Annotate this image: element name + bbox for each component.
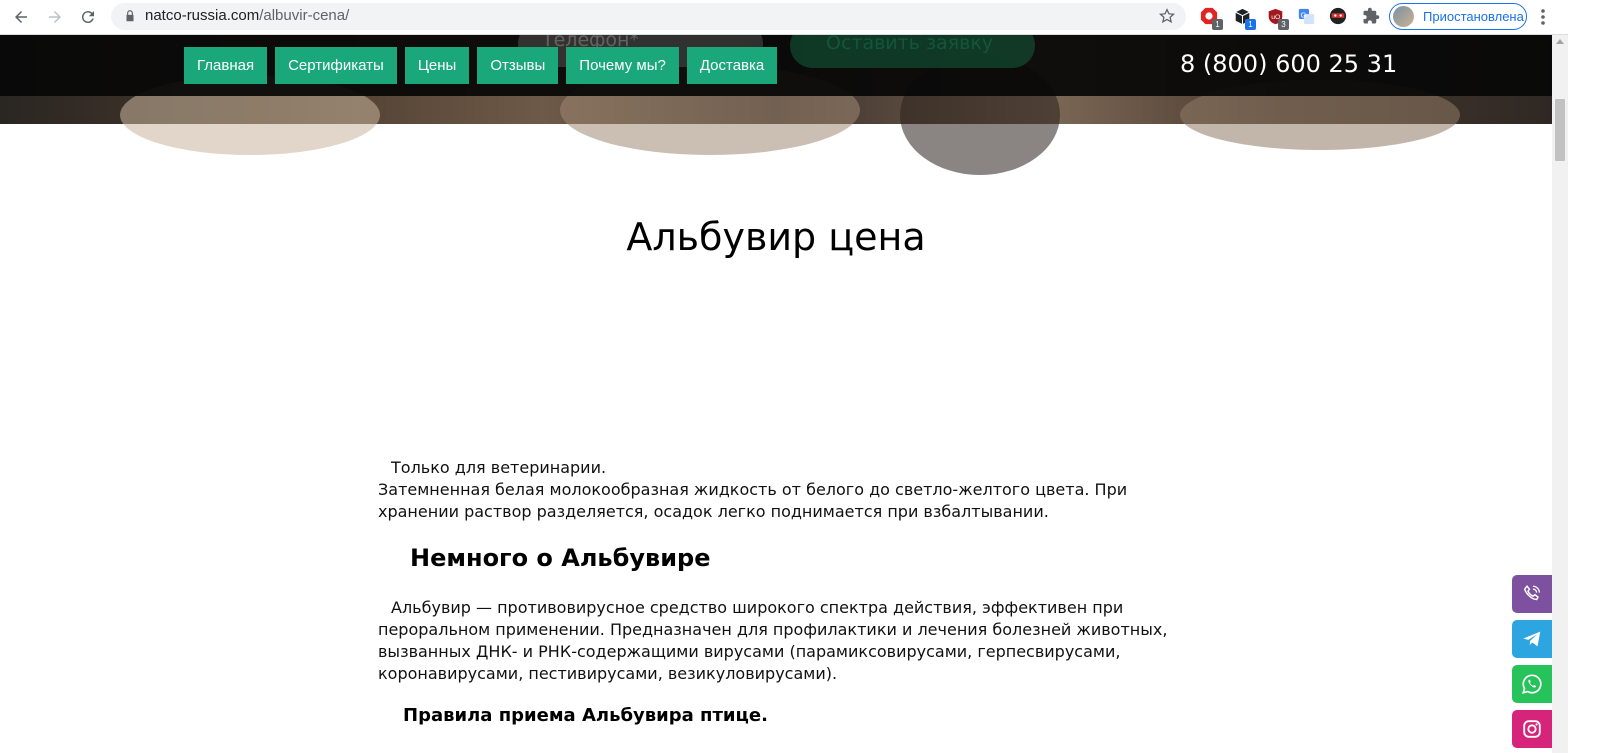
web-page: Телефон* Оставить заявку Главная Сертифи… xyxy=(0,35,1552,753)
bookmark-star-icon[interactable] xyxy=(1158,7,1176,25)
puzzle-extensions-icon[interactable] xyxy=(1361,6,1381,26)
scrollbar-thumb[interactable] xyxy=(1555,99,1565,161)
viber-button[interactable] xyxy=(1512,575,1552,613)
intro-text: Только для ветеринарии. Затемненная бела… xyxy=(378,457,1178,523)
reload-button[interactable] xyxy=(76,5,100,29)
forward-button[interactable] xyxy=(43,5,67,29)
cube-extension-icon[interactable]: 1 xyxy=(1232,6,1256,30)
back-button[interactable] xyxy=(9,5,33,29)
url-text: natco-russia.com/albuvir-cena/ xyxy=(145,7,350,24)
intro-line-veterinary: Только для ветеринарии. xyxy=(391,458,607,477)
instagram-icon xyxy=(1523,720,1541,738)
nav-item-why-us[interactable]: Почему мы? xyxy=(566,47,679,84)
arrow-left-icon xyxy=(15,11,27,23)
submit-request-button-faded: Оставить заявку xyxy=(790,35,1035,68)
telegram-plane-icon xyxy=(1523,631,1541,647)
window-edge xyxy=(1568,0,1600,753)
intro-line-description: Затемненная белая молокообразная жидкост… xyxy=(378,480,1128,521)
profile-button[interactable]: Приостановлена xyxy=(1389,3,1527,30)
whatsapp-icon xyxy=(1522,674,1542,694)
main-navigation: Главная Сертификаты Цены Отзывы Почему м… xyxy=(184,47,778,84)
section-paragraph: Альбувир — противовирусное средство широ… xyxy=(378,598,1168,683)
ninja-extension-icon[interactable] xyxy=(1328,6,1348,26)
nav-item-delivery[interactable]: Доставка xyxy=(686,47,778,84)
ublock-extension-icon[interactable]: uO 3 xyxy=(1265,6,1289,30)
instagram-button[interactable] xyxy=(1512,710,1552,748)
site-header: Телефон* Оставить заявку Главная Сертифи… xyxy=(0,35,1552,96)
profile-status-label: Приостановлена xyxy=(1423,9,1524,24)
reload-icon xyxy=(81,11,94,24)
arrow-right-icon xyxy=(49,11,61,23)
scroll-up-arrow-icon[interactable] xyxy=(1556,39,1564,44)
section-heading: Немного о Альбувире xyxy=(410,544,711,572)
viber-phone-icon xyxy=(1523,585,1540,601)
page-title: Альбувир цена xyxy=(626,215,926,259)
lock-icon xyxy=(126,10,134,22)
nav-item-prices[interactable]: Цены xyxy=(404,47,470,84)
section-body: Альбувир — противовирусное средство широ… xyxy=(378,597,1178,685)
translate-extension-icon[interactable]: G xyxy=(1296,6,1316,26)
avatar xyxy=(1393,6,1414,27)
address-bar[interactable]: natco-russia.com/albuvir-cena/ xyxy=(111,3,1186,30)
adblock-extension-icon[interactable]: 1 xyxy=(1199,6,1223,30)
subheading-poultry-rules: Правила приема Альбувира птице. xyxy=(403,705,768,726)
browser-toolbar: natco-russia.com/albuvir-cena/ 1 1 uO 3 … xyxy=(0,0,1600,35)
nav-item-reviews[interactable]: Отзывы xyxy=(477,47,559,84)
nav-item-certificates[interactable]: Сертификаты xyxy=(275,47,397,84)
header-phone-number[interactable]: 8 (800) 600 25 31 xyxy=(1180,50,1397,78)
telegram-button[interactable] xyxy=(1512,620,1552,658)
nav-item-home[interactable]: Главная xyxy=(184,47,268,84)
page-scrollbar[interactable] xyxy=(1552,35,1568,753)
whatsapp-button[interactable] xyxy=(1512,665,1552,703)
more-menu-icon[interactable] xyxy=(1540,8,1546,26)
svg-text:G: G xyxy=(1300,10,1306,19)
